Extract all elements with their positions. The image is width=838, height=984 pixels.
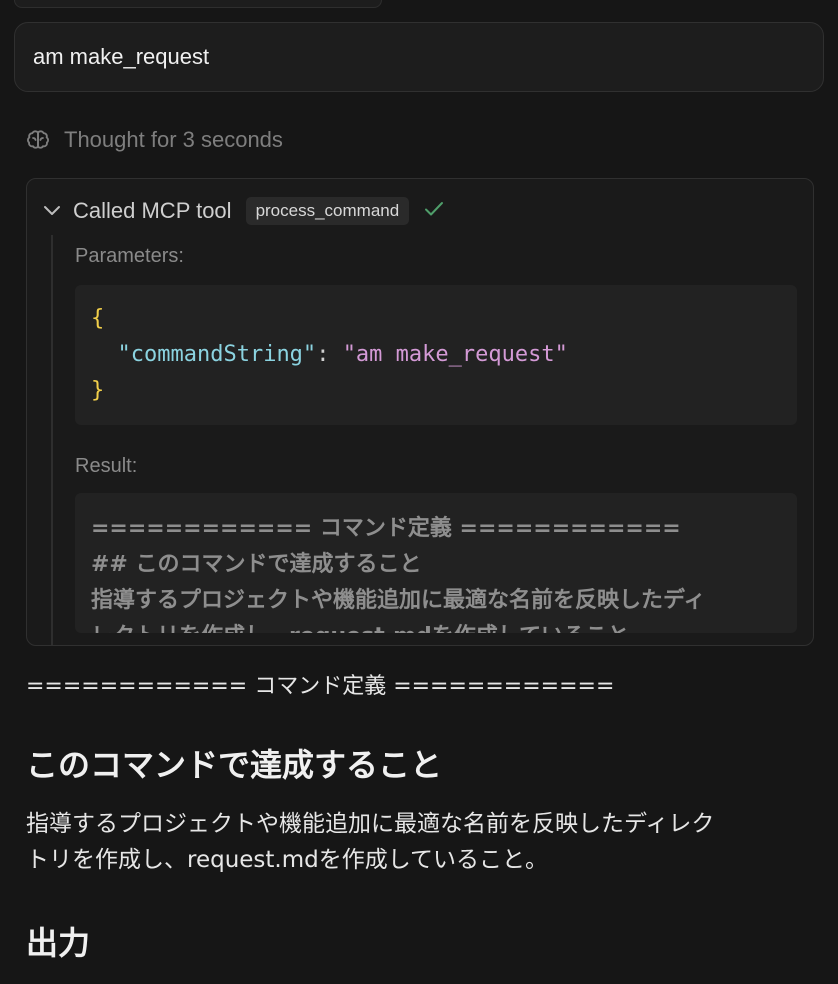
tool-call-rail	[51, 235, 53, 645]
mcp-tool-call-card: Called MCP tool process_command Paramete…	[26, 178, 814, 646]
result-line: 指導するプロジェクトや機能追加に最適な名前を反映したディ	[91, 588, 706, 613]
json-value: "am make_request"	[342, 342, 568, 367]
parameters-code-block[interactable]: { "commandString": "am make_request" }	[75, 285, 797, 425]
thought-label: Thought for 3 seconds	[64, 127, 283, 152]
user-message-text: am make_request	[33, 44, 210, 69]
json-key: "commandString"	[117, 342, 317, 367]
tool-call-label: Called MCP tool	[73, 198, 232, 223]
user-message[interactable]: am make_request	[14, 22, 824, 92]
previous-message-edge	[14, 0, 382, 8]
paragraph-line: 指導するプロジェクトや機能追加に最適な名前を反映したディレク	[26, 811, 715, 837]
chat-panel: am make_request Thought for 3 seconds Ca…	[0, 0, 838, 984]
chevron-down-icon[interactable]	[41, 200, 63, 222]
tool-call-header[interactable]: Called MCP tool process_command	[41, 193, 445, 229]
result-line: ============ コマンド定義 ============	[91, 516, 681, 541]
brain-icon	[26, 129, 52, 151]
thought-indicator[interactable]: Thought for 3 seconds	[26, 122, 283, 158]
result-line: ## このコマンドで達成すること	[91, 552, 422, 577]
json-open-brace: {	[91, 306, 105, 331]
markdown-paragraph: 指導するプロジェクトや機能追加に最適な名前を反映したディレク トリを作成し、re…	[26, 806, 816, 878]
tool-name-badge: process_command	[245, 197, 410, 225]
check-icon	[423, 198, 445, 224]
result-line: レクトリを作成し、request.mdを作成していること。	[91, 619, 781, 633]
parameters-label: Parameters:	[75, 245, 184, 267]
json-colon: :	[316, 342, 330, 367]
paragraph-line: トリを作成し、request.mdを作成していること。	[26, 847, 549, 873]
markdown-heading: このコマンドで達成すること	[26, 746, 443, 784]
json-close-brace: }	[91, 378, 105, 403]
markdown-rule-line: ============ コマンド定義 ============	[26, 674, 615, 699]
result-label: Result:	[75, 455, 138, 477]
markdown-heading-output: 出力	[26, 924, 91, 962]
result-code-block[interactable]: ============ コマンド定義 ============ ## このコマ…	[75, 493, 797, 633]
